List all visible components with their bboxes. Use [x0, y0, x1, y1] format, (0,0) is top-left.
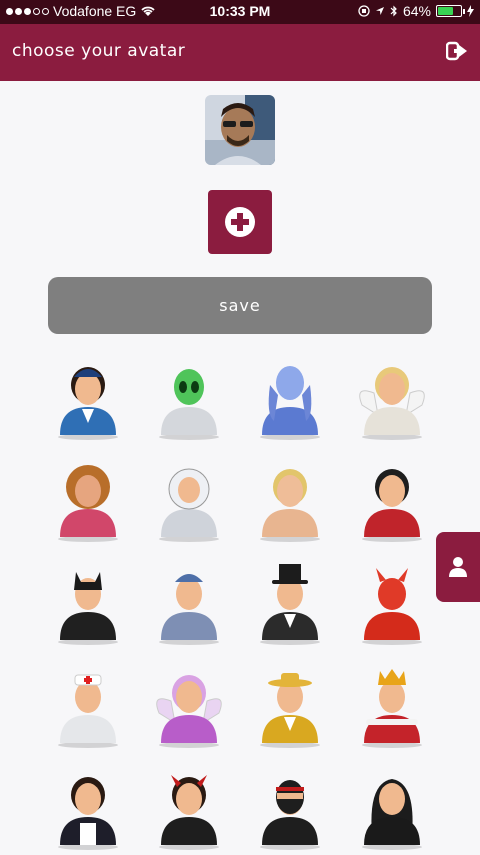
avatar-nun[interactable]: [354, 765, 430, 851]
avatar-detective[interactable]: [252, 663, 328, 749]
avatar-catwoman[interactable]: [50, 560, 126, 646]
profile-photo: [205, 95, 275, 165]
avatar-dark-hair-woman[interactable]: [354, 457, 430, 543]
avatar-magician[interactable]: [252, 560, 328, 646]
avatar-alien[interactable]: [151, 355, 227, 441]
save-button[interactable]: save: [48, 277, 432, 334]
avatar-angel[interactable]: [354, 355, 430, 441]
avatar-astronaut[interactable]: [151, 457, 227, 543]
orientation-lock-icon: [358, 5, 370, 17]
user-icon: [449, 557, 467, 577]
avatar-worker[interactable]: [151, 560, 227, 646]
avatar-long-hair-woman[interactable]: [50, 457, 126, 543]
avatar-blue-alien[interactable]: [252, 355, 328, 441]
avatar-fairy[interactable]: [151, 663, 227, 749]
avatar-flight-attendant[interactable]: [50, 355, 126, 441]
page-title: choose your avatar: [12, 41, 186, 61]
add-photo-button[interactable]: [208, 190, 272, 254]
status-bar: Vodafone EG 10:33 PM 64%: [0, 0, 480, 24]
location-icon: [375, 7, 384, 15]
avatar-blonde-woman[interactable]: [252, 457, 328, 543]
battery-icon: [436, 5, 465, 17]
avatar-devil[interactable]: [354, 560, 430, 646]
avatar-maid[interactable]: [50, 765, 126, 851]
avatar-devil-girl[interactable]: [151, 765, 227, 851]
avatar-king[interactable]: [354, 663, 430, 749]
status-indicators: 64%: [358, 3, 474, 19]
user-photo: [205, 95, 275, 165]
logout-icon[interactable]: [446, 40, 468, 62]
bluetooth-icon: [390, 5, 397, 17]
battery-percent: 64%: [402, 3, 431, 19]
plus-circle-icon: [225, 207, 255, 237]
avatar-nurse[interactable]: [50, 663, 126, 749]
charging-icon: [467, 5, 474, 17]
side-tab-profile[interactable]: [436, 532, 480, 602]
app-header: choose your avatar: [0, 24, 480, 81]
avatar-ninja[interactable]: [252, 765, 328, 851]
